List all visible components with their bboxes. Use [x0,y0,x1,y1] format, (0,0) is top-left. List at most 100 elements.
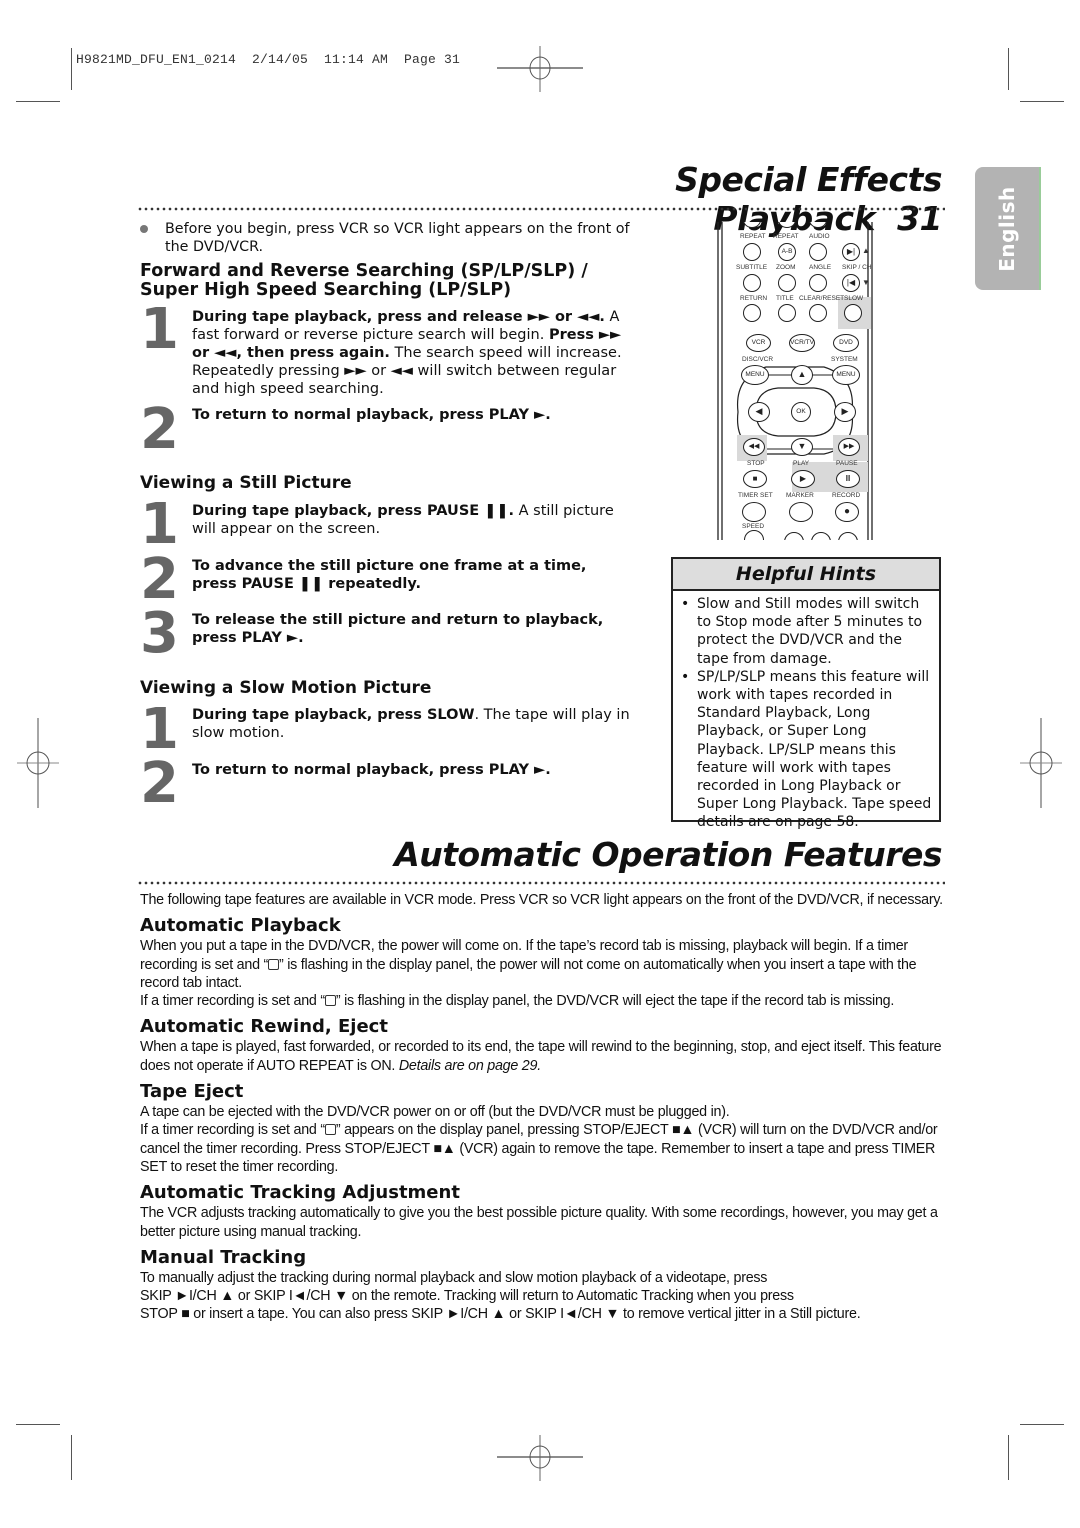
remote-label: A-B [781,248,793,255]
remote-label: OK [796,408,806,415]
intro-text: Before you begin, press VCR so VCR light… [165,221,630,255]
section-heading-searching: Forward and Reverse Searching (SP/LP/SLP… [140,262,650,300]
return-button [743,274,761,292]
slow-button [844,304,862,322]
timer-set-button [742,502,766,522]
step-text: To release the still picture and return … [192,611,632,647]
bullet-icon [140,225,148,233]
crop-mark [1020,101,1064,102]
step-number: 2 [140,547,179,612]
section-heading-slow: Viewing a Slow Motion Picture [140,678,432,698]
helpful-hints-box: Helpful Hints Slow and Still modes will … [671,557,941,830]
print-slug: H9821MD_DFU_EN1_0214 2/14/05 11:14 AM Pa… [76,52,461,67]
remote-label: SKIP / CH [842,264,872,271]
feature-section: Automatic Playback When you put a tape in… [140,915,945,1010]
crop-mark [1008,1435,1009,1480]
title-button [743,304,761,322]
pause-button: II [836,470,860,488]
zoom-button [778,274,796,292]
remote-label: ZOOM [776,264,796,271]
registration-mark [497,1435,583,1481]
remote-label: VCR [751,339,766,346]
remote-label: DVD [839,339,853,346]
helpful-hints-list: Slow and Still modes will switch to Stop… [673,591,939,832]
step-text: To return to normal playback, press PLAY… [192,761,637,779]
remote-label: AUDIO [809,233,830,240]
angle-button [809,243,827,261]
step-number: 2 [140,397,179,462]
hint-item: SP/LP/SLP means this feature will work w… [681,668,933,832]
down-button: ▼ [791,438,813,456]
intro-bullet: Before you begin, press VCR so VCR light… [140,220,640,256]
clear-button [809,274,827,292]
remote-label: SYSTEM [831,356,858,363]
right-button: ▶ [834,402,856,422]
up-button: ▲ [791,365,813,385]
step-bold: To return to normal playback, press PLAY… [192,762,551,778]
page-number: 31 [897,199,942,238]
feature-paragraph: If a timer recording is set and “” is fl… [140,993,895,1010]
hint-item: Slow and Still modes will switch to Stop… [681,595,933,668]
fast-forward-button: ▶▶ [838,438,860,456]
step-bold: During tape playback, press and release … [192,309,605,325]
step-number: 1 [140,697,179,762]
ok-button: OK [791,402,811,422]
feature-paragraph: SKIP ►I/CH ▲ or SKIP I◄/CH ▼ on the remo… [140,1288,794,1305]
remote-label: SLOW [844,295,864,302]
remote-label: RECORD [832,492,861,499]
timer-icon [268,958,280,970]
feature-sections: Automatic Playback When you put a tape in… [140,915,945,1323]
skip-next-button: ▶| [842,243,860,261]
step-bold: During tape playback, press SLOW [192,707,475,723]
feature-section: Automatic Tracking Adjustment The VCR adj… [140,1182,945,1241]
skip-prev-button: |◀ [842,274,860,292]
remote-label: DISC/VCR [742,356,774,363]
ch-up-icon: ▲ [862,246,870,255]
subtitle-button [743,243,761,261]
step-number: 2 [140,751,179,816]
feature-paragraph: To manually adjust the tracking during n… [140,1269,768,1286]
language-tab-label: English [995,185,1019,272]
ab-button: A-B [778,243,796,261]
dotted-divider [137,881,945,885]
remote-label: ANGLE [809,264,832,271]
step-bold: To return to normal playback, press PLAY… [192,407,551,423]
dotted-divider [137,207,945,211]
remote-label: PAUSE [836,460,858,467]
feature-paragraph: The VCR adjusts tracking automatically t… [140,1205,938,1240]
language-tab: English [975,167,1041,290]
remote-label: RETURN [740,295,768,302]
system-menu-button: MENU [832,365,860,385]
remote-label: PLAY [793,460,810,467]
step-text: To advance the still picture one frame a… [192,557,622,593]
timer-icon [324,1124,336,1136]
record-button: ● [835,502,859,522]
helpful-hints-title: Helpful Hints [673,559,939,591]
feature-paragraph: A tape can be ejected with the DVD/VCR p… [140,1104,730,1121]
feature-heading: Tape Eject [140,1081,244,1103]
remote-label: STOP [747,460,765,467]
step-bold: To release the still picture and return … [192,612,604,646]
feature-section: Tape Eject A tape can be ejected with the… [140,1081,945,1176]
step-text: To return to normal playback, press PLAY… [192,406,637,424]
crop-mark [16,101,60,102]
ch-down-icon: ▼ [862,278,870,287]
heading-line: Forward and Reverse Searching (SP/LP/SLP… [140,261,588,281]
feature-paragraph: If a timer recording is set and “” appea… [140,1122,938,1175]
feature-heading: Automatic Tracking Adjustment [140,1182,460,1204]
feature-section: Automatic Rewind, Eject When a tape is pl… [140,1016,945,1075]
section-title-automatic: Automatic Operation Features [394,835,942,874]
marker-button [789,502,813,522]
stop-button: ■ [743,470,767,488]
automatic-features: The following tape features are availabl… [140,891,945,1324]
feature-heading: Manual Tracking [140,1246,307,1268]
crop-mark [1020,1424,1064,1425]
step-text: During tape playback, press PAUSE ❚❚. A … [192,502,637,538]
crop-mark [71,1435,72,1480]
step-text: During tape playback, press and release … [192,308,637,398]
remote-label: VCR/TV [790,339,814,346]
remote-label: REPEAT [773,233,799,240]
feature-heading: Automatic Playback [140,915,341,937]
step-bold: During tape playback, press PAUSE ❚❚. [192,503,515,519]
left-button: ◀ [748,402,770,422]
